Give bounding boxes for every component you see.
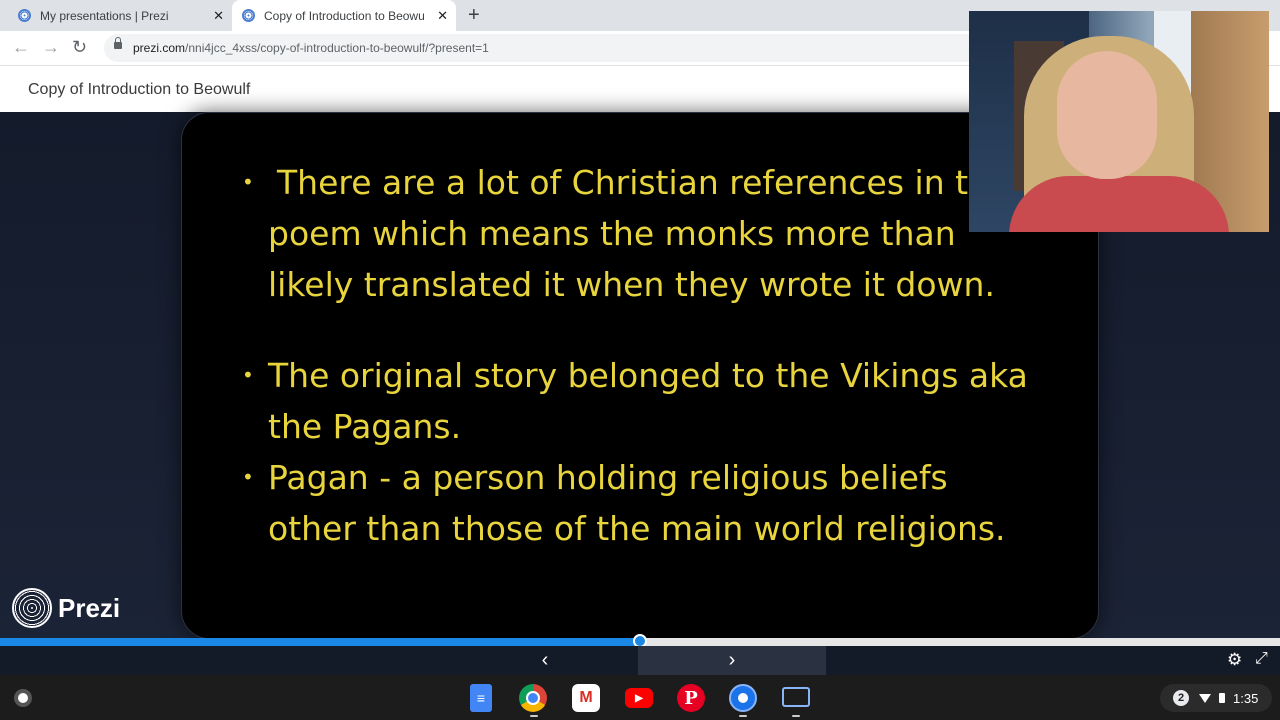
notification-count: 2 — [1173, 690, 1189, 706]
presentation-controls: ‹ › ⚙ ⤢ — [0, 646, 1280, 675]
bullet-line: The original story belonged to the Vikin… — [268, 356, 1028, 395]
fullscreen-icon[interactable]: ⤢ — [1255, 650, 1268, 668]
tab-close-icon[interactable]: ✕ — [437, 8, 448, 24]
webcam-overlay — [969, 11, 1269, 232]
battery-icon — [1219, 693, 1225, 703]
bullet-line: the Pagans. — [268, 407, 462, 446]
running-indicator — [792, 715, 800, 717]
bullet-line: poem which means the monks more than — [268, 214, 956, 253]
new-tab-button[interactable]: + — [468, 4, 480, 27]
prezi-logo-text: Prezi — [58, 592, 121, 623]
running-indicator — [739, 715, 747, 717]
os-shelf: ≡ M ▶ P 2 1:35 — [0, 675, 1280, 720]
prezi-favicon-icon — [242, 9, 255, 22]
address-bar[interactable]: prezi.com/nni4jcc_4xss/copy-of-introduct… — [104, 34, 984, 62]
progress-bar[interactable] — [0, 634, 1280, 648]
docs-icon[interactable]: ≡ — [470, 684, 492, 712]
lock-icon — [114, 37, 122, 49]
chrome-icon[interactable] — [519, 684, 547, 712]
bullet-item: The original story belonged to the Vikin… — [242, 350, 1082, 452]
prezi-logo: Prezi — [12, 588, 120, 628]
tab-title: Copy of Introduction to Beowulf — [264, 8, 424, 23]
next-slide-button[interactable]: › — [638, 646, 826, 675]
url-path: /nni4jcc_4xss/copy-of-introduction-to-be… — [185, 41, 489, 55]
gmail-icon[interactable]: M — [572, 684, 600, 712]
url-host: prezi.com — [133, 41, 186, 55]
tab-title: My presentations | Prezi — [40, 8, 169, 23]
previous-slide-button[interactable]: ‹ — [530, 646, 560, 675]
bullet-item: There are a lot of Christian references … — [242, 157, 1082, 310]
pinterest-icon[interactable]: P — [677, 684, 705, 712]
bullet-line: other than those of the main world relig… — [268, 509, 1006, 548]
progress-fill — [0, 638, 640, 646]
meet-icon[interactable] — [782, 687, 810, 707]
gear-icon[interactable]: ⚙ — [1227, 650, 1242, 670]
presentation-title: Copy of Introduction to Beowulf — [28, 81, 251, 98]
screencast-icon[interactable] — [729, 684, 757, 712]
prezi-favicon-icon — [18, 9, 31, 22]
presenter-face — [1057, 51, 1157, 179]
prezi-logo-icon — [12, 588, 52, 628]
bullet-line: likely translated it when they wrote it … — [268, 265, 995, 304]
url-text[interactable]: prezi.com/nni4jcc_4xss/copy-of-introduct… — [133, 41, 489, 55]
tab-my-presentations[interactable]: My presentations | Prezi ✕ — [18, 0, 232, 31]
slide: There are a lot of Christian references … — [181, 112, 1099, 639]
back-arrow-icon[interactable]: ← — [12, 37, 30, 58]
launcher-icon[interactable] — [14, 689, 32, 707]
bullet-line: Pagan - a person holding religious belie… — [268, 458, 948, 497]
running-indicator — [530, 715, 538, 717]
reload-icon[interactable]: ↻ — [72, 37, 87, 58]
status-tray[interactable]: 2 1:35 — [1160, 684, 1272, 712]
forward-arrow-icon[interactable]: → — [42, 37, 60, 58]
presenter-shirt — [1009, 176, 1229, 232]
bullet-line: There are a lot of Christian references … — [277, 163, 1010, 202]
wifi-icon — [1199, 693, 1211, 703]
slide-bullets: There are a lot of Christian references … — [242, 157, 1082, 554]
tab-close-icon[interactable]: ✕ — [213, 8, 224, 24]
tab-introduction-to-beowulf[interactable]: Copy of Introduction to Beowulf ✕ — [232, 0, 456, 31]
clock: 1:35 — [1233, 690, 1259, 706]
youtube-icon[interactable]: ▶ — [625, 688, 653, 708]
bullet-item: Pagan - a person holding religious belie… — [242, 452, 1082, 554]
